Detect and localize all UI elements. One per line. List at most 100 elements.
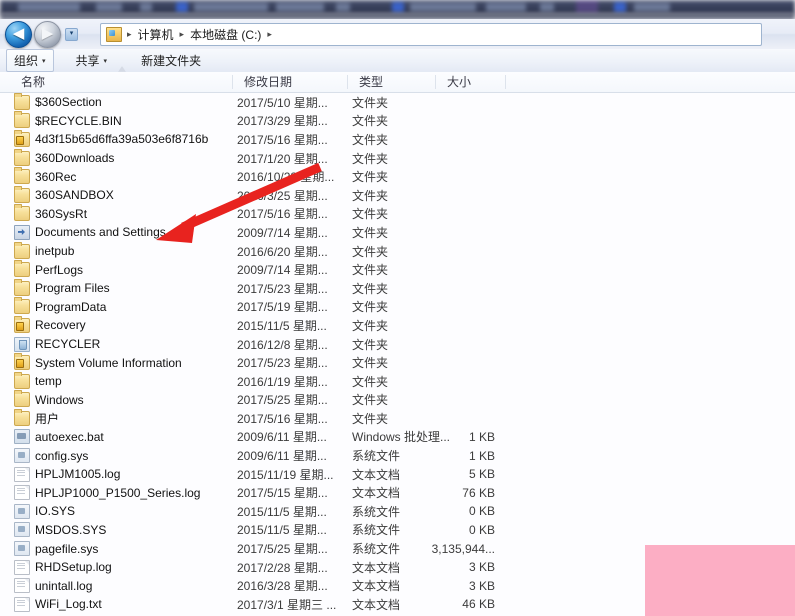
file-name-label: unintall.log bbox=[35, 578, 93, 593]
file-name-cell[interactable]: Windows bbox=[14, 390, 84, 408]
file-row[interactable]: 用户 2017/5/16 星期... 文件夹 bbox=[0, 408, 795, 428]
organize-button[interactable]: 组织 ▾ bbox=[6, 49, 54, 72]
forward-arrow-icon: ▶ bbox=[41, 24, 54, 42]
file-name-cell[interactable]: 360Rec bbox=[14, 167, 76, 185]
back-button[interactable]: ◀ bbox=[5, 20, 32, 48]
file-row[interactable]: Windows 2017/5/25 星期... 文件夹 bbox=[0, 390, 795, 410]
new-folder-label: 新建文件夹 bbox=[141, 54, 202, 68]
file-name-cell[interactable]: HPLJP1000_P1500_Series.log bbox=[14, 485, 200, 501]
file-row[interactable]: ProgramData 2017/5/19 星期... 文件夹 bbox=[0, 297, 795, 317]
file-row[interactable]: $360Section 2017/5/10 星期... 文件夹 bbox=[0, 92, 795, 112]
file-name-cell[interactable]: IO.SYS bbox=[14, 503, 75, 519]
text-document-icon bbox=[14, 578, 30, 594]
file-name-label: WiFi_Log.txt bbox=[35, 597, 102, 612]
breadcrumb-item-local-disk-c[interactable]: 本地磁盘 (C:) bbox=[188, 26, 263, 43]
file-name-cell[interactable]: PerfLogs bbox=[14, 260, 83, 278]
file-date-cell: 2017/5/10 星期... bbox=[237, 95, 328, 110]
explorer-window: ◀ ▶ ▾ ▸ 计算机 ▸ 本地磁盘 (C:) ▸ 组织 ▾ 共享 ▾ 新建文件… bbox=[0, 0, 795, 616]
file-size-cell: 46 KB bbox=[462, 597, 495, 612]
new-folder-button[interactable]: 新建文件夹 bbox=[133, 49, 209, 72]
forward-button[interactable]: ▶ bbox=[34, 20, 61, 48]
file-name-cell[interactable]: config.sys bbox=[14, 448, 88, 464]
file-name-cell[interactable]: 用户 bbox=[14, 408, 59, 427]
file-name-cell[interactable]: $360Section bbox=[14, 92, 102, 110]
folder-icon bbox=[14, 92, 30, 110]
file-row[interactable]: inetpub 2016/6/20 星期... 文件夹 bbox=[0, 241, 795, 261]
file-row[interactable]: Recovery 2015/11/5 星期... 文件夹 bbox=[0, 315, 795, 335]
file-row[interactable]: MSDOS.SYS 2015/11/5 星期... 系统文件 0 KB bbox=[0, 521, 795, 540]
file-date-cell: 2017/5/25 星期... bbox=[237, 542, 328, 557]
file-row[interactable]: System Volume Information 2017/5/23 星期...… bbox=[0, 353, 795, 372]
file-list[interactable]: $360Section 2017/5/10 星期... 文件夹 $RECYCLE.BI… bbox=[0, 92, 795, 616]
file-size-cell: 5 KB bbox=[468, 467, 495, 482]
batch-file-icon bbox=[14, 429, 30, 445]
file-row[interactable]: 360Rec 2016/10/28 星期... 文件夹 bbox=[0, 167, 795, 186]
back-arrow-icon: ◀ bbox=[12, 24, 25, 42]
file-type-cell: 文件夹 bbox=[352, 337, 389, 352]
junction-shortcut-icon bbox=[14, 224, 30, 240]
file-name-cell[interactable]: HPLJM1005.log bbox=[14, 466, 120, 482]
breadcrumb-separator-icon[interactable]: ▸ bbox=[263, 29, 276, 40]
column-divider[interactable] bbox=[232, 75, 233, 89]
file-name-label: Recovery bbox=[35, 318, 86, 333]
column-header-size[interactable]: 大小 bbox=[440, 72, 471, 92]
file-name-cell[interactable]: 360SysRt bbox=[14, 204, 87, 222]
file-name-cell[interactable]: $RECYCLE.BIN bbox=[14, 111, 122, 129]
column-header-name[interactable]: 名称 bbox=[14, 72, 45, 92]
file-name-cell[interactable]: pagefile.sys bbox=[14, 541, 98, 557]
column-divider[interactable] bbox=[435, 75, 436, 89]
column-divider[interactable] bbox=[505, 75, 506, 89]
file-date-cell: 2016/12/8 星期... bbox=[237, 337, 328, 352]
file-name-cell[interactable]: 360Downloads bbox=[14, 148, 114, 166]
file-name-cell[interactable]: Program Files bbox=[14, 278, 110, 296]
folder-icon bbox=[14, 390, 30, 408]
column-header-date-modified[interactable]: 修改日期 bbox=[237, 72, 292, 92]
file-name-label: RHDSetup.log bbox=[35, 560, 112, 575]
file-row[interactable]: 360SANDBOX 2016/3/25 星期... 文件夹 bbox=[0, 185, 795, 205]
file-name-cell[interactable]: RHDSetup.log bbox=[14, 559, 112, 575]
file-row[interactable]: config.sys 2009/6/11 星期... 系统文件 1 KB bbox=[0, 446, 795, 465]
share-button[interactable]: 共享 ▾ bbox=[68, 49, 116, 72]
column-divider[interactable] bbox=[347, 75, 348, 89]
file-row[interactable]: IO.SYS 2015/11/5 星期... 系统文件 0 KB bbox=[0, 502, 795, 521]
file-name-cell[interactable]: Recovery bbox=[14, 315, 86, 333]
organize-label: 组织 bbox=[14, 54, 39, 68]
column-header-type[interactable]: 类型 bbox=[352, 72, 383, 92]
file-row[interactable]: $RECYCLE.BIN 2017/3/29 星期... 文件夹 bbox=[0, 111, 795, 131]
file-name-cell[interactable]: 4d3f15b65d6ffa39a503e6f8716b bbox=[14, 129, 208, 147]
system-file-icon bbox=[14, 541, 30, 557]
file-name-label: 360SANDBOX bbox=[35, 188, 114, 203]
recent-locations-chevron-down-icon[interactable]: ▾ bbox=[65, 27, 78, 41]
system-file-icon bbox=[14, 503, 30, 519]
file-row[interactable]: HPLJP1000_P1500_Series.log 2017/5/15 星期..… bbox=[0, 483, 795, 502]
file-date-cell: 2016/6/20 星期... bbox=[237, 244, 328, 259]
file-date-cell: 2015/11/5 星期... bbox=[237, 504, 327, 519]
file-name-cell[interactable]: temp bbox=[14, 371, 62, 389]
file-row[interactable]: 360SysRt 2017/5/16 星期... 文件夹 bbox=[0, 204, 795, 224]
breadcrumb[interactable]: ▸ 计算机 ▸ 本地磁盘 (C:) ▸ bbox=[100, 23, 762, 46]
file-name-cell[interactable]: System Volume Information bbox=[14, 353, 182, 371]
file-row[interactable]: autoexec.bat 2009/6/11 星期... Windows 批处理..… bbox=[0, 428, 795, 447]
file-row[interactable]: temp 2016/1/19 星期... 文件夹 bbox=[0, 371, 795, 391]
file-name-cell[interactable]: MSDOS.SYS bbox=[14, 522, 106, 538]
file-name-cell[interactable]: unintall.log bbox=[14, 578, 93, 594]
breadcrumb-item-computer[interactable]: 计算机 bbox=[136, 26, 176, 43]
file-row[interactable]: 360Downloads 2017/1/20 星期... 文件夹 bbox=[0, 148, 795, 168]
file-name-cell[interactable]: RECYCLER bbox=[14, 336, 100, 352]
file-row[interactable]: Program Files 2017/5/23 星期... 文件夹 bbox=[0, 278, 795, 298]
file-row[interactable]: PerfLogs 2009/7/14 星期... 文件夹 bbox=[0, 260, 795, 279]
file-name-label: System Volume Information bbox=[35, 355, 182, 370]
system-file-icon bbox=[14, 522, 30, 538]
file-row[interactable]: HPLJM1005.log 2015/11/19 星期... 文本文档 5 KB bbox=[0, 465, 795, 484]
file-name-cell[interactable]: ProgramData bbox=[14, 297, 106, 315]
file-row[interactable]: RECYCLER 2016/12/8 星期... 文件夹 bbox=[0, 335, 795, 354]
file-row[interactable]: Documents and Settings 2009/7/14 星期... 文件夹 bbox=[0, 223, 795, 242]
file-name-cell[interactable]: inetpub bbox=[14, 241, 74, 259]
file-name-cell[interactable]: WiFi_Log.txt bbox=[14, 596, 102, 612]
file-name-cell[interactable]: autoexec.bat bbox=[14, 429, 104, 445]
file-name-cell[interactable]: Documents and Settings bbox=[14, 224, 166, 240]
file-row[interactable]: 4d3f15b65d6ffa39a503e6f8716b 2017/5/16 星期… bbox=[0, 129, 795, 149]
folder-icon bbox=[14, 371, 30, 389]
file-date-cell: 2017/3/1 星期三 ... bbox=[237, 597, 337, 612]
file-name-cell[interactable]: 360SANDBOX bbox=[14, 185, 114, 203]
